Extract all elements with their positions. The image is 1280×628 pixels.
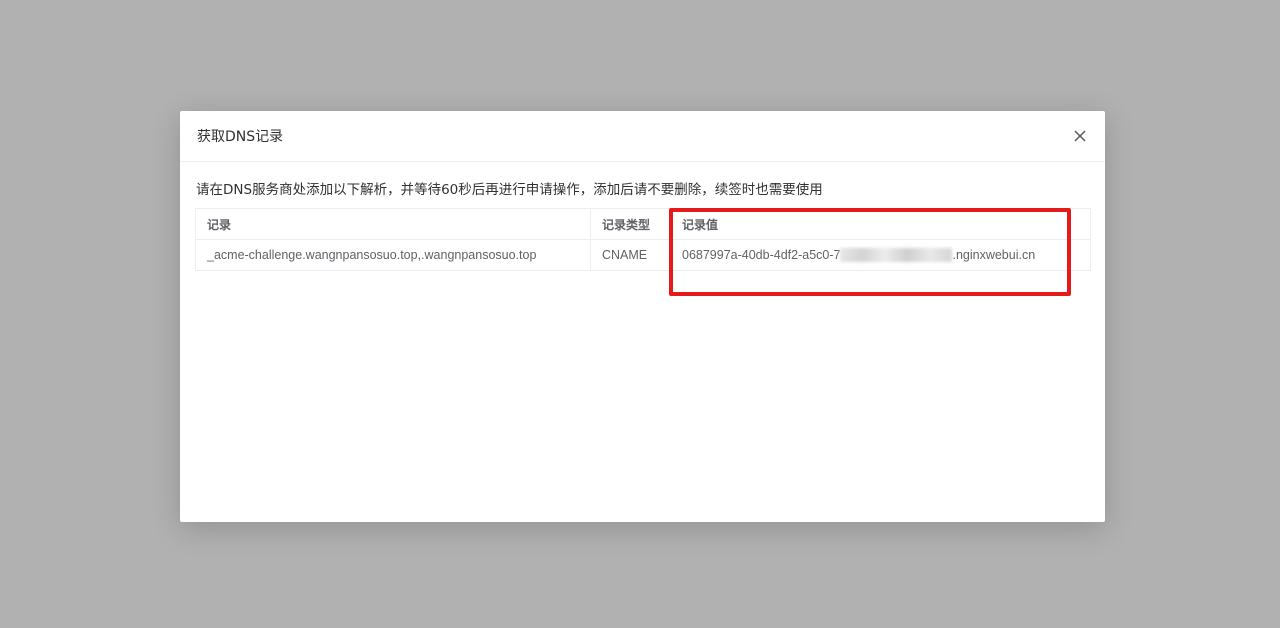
type-cell: CNAME — [590, 239, 671, 271]
close-button[interactable] — [1069, 126, 1091, 148]
value-prefix: 0687997a-40db-4df2-a5c0-7 — [682, 248, 841, 262]
column-header-value: 记录值 — [670, 208, 1091, 240]
blurred-redaction — [840, 247, 953, 262]
close-icon — [1074, 130, 1086, 142]
dialog-header: 获取DNS记录 — [180, 111, 1105, 162]
column-header-type: 记录类型 — [590, 208, 671, 240]
instruction-text: 请在DNS服务商处添加以下解析，并等待60秒后再进行申请操作，添加后请不要删除，… — [196, 182, 823, 198]
dialog-title: 获取DNS记录 — [197, 129, 284, 145]
value-suffix: .nginxwebui.cn — [952, 248, 1036, 262]
value-cell: 0687997a-40db-4df2-a5c0-7 .nginxwebui.cn — [670, 239, 1091, 271]
table-header-row: 记录 记录类型 记录值 — [195, 208, 1091, 240]
record-cell: _acme-challenge.wangnpansosuo.top,.wangn… — [195, 239, 591, 271]
dns-record-dialog: 获取DNS记录 请在DNS服务商处添加以下解析，并等待60秒后再进行申请操作，添… — [180, 111, 1105, 522]
column-header-record: 记录 — [195, 208, 591, 240]
dns-record-table: 记录 记录类型 记录值 _acme-challenge.wangnpansosu… — [195, 208, 1091, 271]
table-row: _acme-challenge.wangnpansosuo.top,.wangn… — [195, 239, 1091, 271]
